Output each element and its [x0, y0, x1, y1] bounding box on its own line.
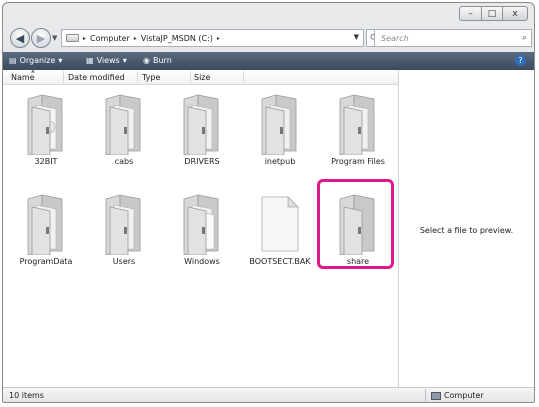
address-dropdown-icon[interactable]: ▼ — [354, 33, 359, 41]
title-bar: – □ x — [3, 3, 534, 25]
computer-icon — [431, 391, 441, 400]
folder-icon — [339, 94, 375, 155]
folder-icon — [105, 194, 141, 255]
breadcrumb-drive[interactable]: VistaJP_MSDN (C:) — [141, 34, 213, 43]
folder-icon — [261, 94, 297, 155]
folder-item-users[interactable]: Users — [87, 187, 161, 273]
status-location-label: Computer — [444, 391, 484, 400]
breadcrumb-separator-icon[interactable]: ▸ — [134, 35, 137, 42]
back-arrow-icon: ◀ — [15, 31, 25, 45]
column-header-row: ▲ Name Date modified Type Size — [3, 68, 398, 85]
folder-item-cabs[interactable]: cabs — [87, 87, 161, 173]
maximize-button[interactable]: □ — [481, 6, 503, 21]
column-header-name[interactable]: Name — [11, 73, 35, 82]
help-icon[interactable]: ? — [515, 55, 526, 66]
burn-label: Burn — [152, 56, 172, 65]
folder-icon — [105, 94, 141, 155]
folder-item-drivers[interactable]: DRIVERS — [165, 87, 239, 173]
file-item-bootsect-bak[interactable]: BOOTSECT.BAK — [243, 187, 317, 273]
breadcrumb-separator-icon[interactable]: ▸ — [83, 35, 86, 42]
status-location: Computer — [431, 391, 484, 400]
search-icon[interactable]: ⌕ — [522, 33, 527, 43]
column-divider[interactable] — [190, 71, 191, 83]
file-list-pane[interactable]: 32BIT cabs DRIVERS inetpub Program Files… — [3, 85, 398, 390]
search-placeholder: Search — [381, 33, 409, 43]
burn-button[interactable]: ◉ Burn — [143, 56, 172, 65]
folder-item-programdata[interactable]: ProgramData — [9, 187, 83, 273]
minimize-button[interactable]: – — [459, 6, 482, 21]
drive-icon — [66, 34, 79, 42]
item-label: Users — [112, 257, 136, 266]
folder-icon — [183, 194, 219, 255]
column-header-date-modified[interactable]: Date modified — [68, 73, 125, 82]
forward-arrow-icon: ▶ — [36, 31, 46, 45]
column-header-type[interactable]: Type — [142, 73, 160, 82]
preview-pane: Select a file to preview. — [399, 70, 534, 390]
status-bar: 10 items Computer — [3, 387, 534, 402]
organize-icon: ▤ — [9, 56, 17, 65]
column-divider[interactable] — [137, 71, 138, 83]
search-input[interactable]: Search ⌕ — [374, 29, 532, 47]
column-divider[interactable] — [63, 71, 64, 83]
command-toolbar: ▤ Organize ▾ ▦ Views ▾ ◉ Burn ? — [3, 52, 534, 70]
breadcrumb-computer[interactable]: Computer — [90, 34, 130, 43]
recent-pages-dropdown[interactable]: ▼ — [52, 34, 57, 42]
burn-disc-icon: ◉ — [143, 56, 150, 65]
organize-button[interactable]: ▤ Organize ▾ — [9, 56, 62, 65]
explorer-window: – □ x ◀ ▶ ▼ ▸ Computer ▸ VistaJP_MSDN (C… — [2, 2, 535, 403]
item-label: DRIVERS — [184, 157, 220, 166]
organize-label: Organize — [19, 56, 56, 65]
item-count: 10 items — [9, 391, 44, 400]
views-button[interactable]: ▦ Views ▾ — [86, 56, 127, 65]
column-divider[interactable] — [243, 71, 244, 83]
item-label: inetpub — [264, 157, 296, 166]
column-header-size[interactable]: Size — [194, 73, 210, 82]
item-label: cabs — [114, 157, 134, 166]
item-label: 32BIT — [34, 157, 58, 166]
folder-item-32bit[interactable]: 32BIT — [9, 87, 83, 173]
folder-item-windows[interactable]: Windows — [165, 187, 239, 273]
chevron-down-icon: ▾ — [122, 56, 127, 65]
back-button[interactable]: ◀ — [10, 28, 30, 48]
folder-icon — [183, 94, 219, 155]
close-button[interactable]: x — [502, 6, 528, 21]
breadcrumb-separator-icon[interactable]: ▸ — [217, 35, 220, 42]
views-icon: ▦ — [86, 56, 94, 65]
preview-placeholder-text: Select a file to preview. — [419, 226, 514, 235]
document-icon — [261, 196, 299, 252]
folder-item-inetpub[interactable]: inetpub — [243, 87, 317, 173]
item-label: BOOTSECT.BAK — [249, 257, 311, 266]
address-bar[interactable]: ▸ Computer ▸ VistaJP_MSDN (C:) ▸ ▼ — [61, 29, 364, 47]
folder-icon — [27, 94, 63, 155]
views-label: Views — [96, 56, 120, 65]
status-divider — [425, 389, 426, 401]
item-label: ProgramData — [19, 257, 73, 266]
folder-item-program-files[interactable]: Program Files — [321, 87, 395, 173]
item-label: Windows — [184, 257, 220, 266]
selection-highlight-box — [317, 179, 394, 269]
folder-icon — [27, 194, 63, 255]
chevron-down-icon: ▾ — [58, 56, 63, 65]
item-label: Program Files — [331, 157, 385, 166]
forward-button[interactable]: ▶ — [31, 28, 51, 48]
address-row: ◀ ▶ ▼ ▸ Computer ▸ VistaJP_MSDN (C:) ▸ ▼… — [3, 26, 534, 52]
